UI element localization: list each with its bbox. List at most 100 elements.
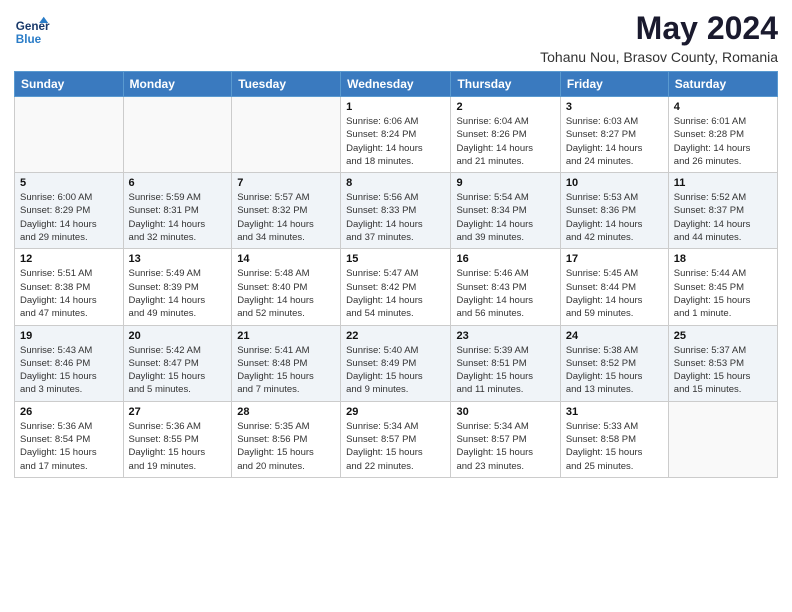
- day-info: Sunrise: 5:36 AM Sunset: 8:55 PM Dayligh…: [129, 420, 227, 473]
- table-row: 28Sunrise: 5:35 AM Sunset: 8:56 PM Dayli…: [232, 401, 341, 477]
- table-row: 16 Sunrise: 5:46 AM Sunset: 8:43 PM Dayli…: [451, 249, 560, 325]
- day-info: Sunrise: 5:33 AM Sunset: 8:58 PM Dayligh…: [566, 420, 663, 473]
- table-row: 4 Sunrise: 6:01 AM Sunset: 8:28 PM Daylig…: [668, 97, 777, 173]
- day-number: 11: [674, 177, 772, 189]
- subtitle: Tohanu Nou, Brasov County, Romania: [540, 49, 778, 65]
- day-number: 9: [456, 177, 554, 189]
- day-number: 23: [456, 330, 554, 342]
- table-row: [123, 97, 232, 173]
- day-info: Sunrise: 5:40 AM Sunset: 8:49 PM Dayligh…: [346, 344, 445, 397]
- calendar-week-row: 26 Sunrise: 5:36 AM Sunset: 8:54 PM Dayli…: [15, 401, 778, 477]
- main-title: May 2024: [540, 10, 778, 47]
- table-row: 15 Sunrise: 5:47 AM Sunset: 8:42 PM Dayli…: [341, 249, 451, 325]
- table-row: 12 Sunrise: 5:51 AM Sunset: 8:38 PM Dayli…: [15, 249, 124, 325]
- day-info: Sunrise: 5:45 AM Sunset: 8:44 PM Dayligh…: [566, 267, 663, 320]
- day-number: 5: [20, 177, 118, 189]
- day-info: Sunrise: 5:51 AM Sunset: 8:38 PM Dayligh…: [20, 267, 118, 320]
- day-number: 24: [566, 330, 663, 342]
- table-row: 11 Sunrise: 5:52 AM Sunset: 8:37 PM Dayli…: [668, 173, 777, 249]
- day-number: 26: [20, 406, 118, 418]
- day-number: 20: [129, 330, 227, 342]
- day-number: 2: [456, 101, 554, 113]
- day-info: Sunrise: 5:43 AM Sunset: 8:46 PM Dayligh…: [20, 344, 118, 397]
- col-tuesday: Tuesday: [232, 72, 341, 97]
- table-row: 17 Sunrise: 5:45 AM Sunset: 8:44 PM Dayli…: [560, 249, 668, 325]
- day-number: 15: [346, 253, 445, 265]
- day-info: Sunrise: 5:34 AM Sunset: 8:57 PM Dayligh…: [456, 420, 554, 473]
- day-number: 21: [237, 330, 335, 342]
- calendar-header-row: Sunday Monday Tuesday Wednesday Thursday…: [15, 72, 778, 97]
- day-info: Sunrise: 5:36 AM Sunset: 8:54 PM Dayligh…: [20, 420, 118, 473]
- day-number: 25: [674, 330, 772, 342]
- svg-text:Blue: Blue: [16, 33, 42, 46]
- day-info: Sunrise: 5:47 AM Sunset: 8:42 PM Dayligh…: [346, 267, 445, 320]
- day-number: 1: [346, 101, 445, 113]
- col-friday: Friday: [560, 72, 668, 97]
- header: General Blue May 2024 Tohanu Nou, Brasov…: [14, 10, 778, 65]
- day-info: Sunrise: 5:48 AM Sunset: 8:40 PM Dayligh…: [237, 267, 335, 320]
- table-row: [668, 401, 777, 477]
- day-info: Sunrise: 5:42 AM Sunset: 8:47 PM Dayligh…: [129, 344, 227, 397]
- table-row: 2 Sunrise: 6:04 AM Sunset: 8:26 PM Daylig…: [451, 97, 560, 173]
- table-row: [232, 97, 341, 173]
- day-info: Sunrise: 5:57 AM Sunset: 8:32 PM Dayligh…: [237, 191, 335, 244]
- day-info: Sunrise: 5:37 AM Sunset: 8:53 PM Dayligh…: [674, 344, 772, 397]
- day-info: Sunrise: 5:54 AM Sunset: 8:34 PM Dayligh…: [456, 191, 554, 244]
- day-number: 31: [566, 406, 663, 418]
- table-row: 25 Sunrise: 5:37 AM Sunset: 8:53 PM Dayli…: [668, 325, 777, 401]
- calendar-week-row: 5 Sunrise: 6:00 AM Sunset: 8:29 PM Daylig…: [15, 173, 778, 249]
- calendar-week-row: 19 Sunrise: 5:43 AM Sunset: 8:46 PM Dayli…: [15, 325, 778, 401]
- day-number: 10: [566, 177, 663, 189]
- table-row: 30 Sunrise: 5:34 AM Sunset: 8:57 PM Dayli…: [451, 401, 560, 477]
- day-info: Sunrise: 6:00 AM Sunset: 8:29 PM Dayligh…: [20, 191, 118, 244]
- day-info: Sunrise: 5:46 AM Sunset: 8:43 PM Dayligh…: [456, 267, 554, 320]
- title-block: May 2024 Tohanu Nou, Brasov County, Roma…: [540, 10, 778, 65]
- table-row: 23 Sunrise: 5:39 AM Sunset: 8:51 PM Dayli…: [451, 325, 560, 401]
- day-info: Sunrise: 6:04 AM Sunset: 8:26 PM Dayligh…: [456, 115, 554, 168]
- day-number: 4: [674, 101, 772, 113]
- table-row: 14Sunrise: 5:48 AM Sunset: 8:40 PM Dayli…: [232, 249, 341, 325]
- day-info: Sunrise: 5:56 AM Sunset: 8:33 PM Dayligh…: [346, 191, 445, 244]
- day-number: 8: [346, 177, 445, 189]
- logo-icon: General Blue: [14, 14, 50, 50]
- table-row: 6 Sunrise: 5:59 AM Sunset: 8:31 PM Daylig…: [123, 173, 232, 249]
- col-monday: Monday: [123, 72, 232, 97]
- table-row: 20 Sunrise: 5:42 AM Sunset: 8:47 PM Dayli…: [123, 325, 232, 401]
- day-info: Sunrise: 6:06 AM Sunset: 8:24 PM Dayligh…: [346, 115, 445, 168]
- table-row: 24Sunrise: 5:38 AM Sunset: 8:52 PM Dayli…: [560, 325, 668, 401]
- col-sunday: Sunday: [15, 72, 124, 97]
- day-number: 29: [346, 406, 445, 418]
- calendar-table: Sunday Monday Tuesday Wednesday Thursday…: [14, 71, 778, 478]
- day-info: Sunrise: 5:35 AM Sunset: 8:56 PM Dayligh…: [237, 420, 335, 473]
- table-row: 18Sunrise: 5:44 AM Sunset: 8:45 PM Dayli…: [668, 249, 777, 325]
- day-number: 13: [129, 253, 227, 265]
- day-number: 17: [566, 253, 663, 265]
- table-row: 5 Sunrise: 6:00 AM Sunset: 8:29 PM Daylig…: [15, 173, 124, 249]
- day-info: Sunrise: 5:39 AM Sunset: 8:51 PM Dayligh…: [456, 344, 554, 397]
- day-info: Sunrise: 5:59 AM Sunset: 8:31 PM Dayligh…: [129, 191, 227, 244]
- table-row: 9 Sunrise: 5:54 AM Sunset: 8:34 PM Daylig…: [451, 173, 560, 249]
- day-number: 30: [456, 406, 554, 418]
- day-info: Sunrise: 6:01 AM Sunset: 8:28 PM Dayligh…: [674, 115, 772, 168]
- day-info: Sunrise: 5:34 AM Sunset: 8:57 PM Dayligh…: [346, 420, 445, 473]
- day-number: 12: [20, 253, 118, 265]
- col-thursday: Thursday: [451, 72, 560, 97]
- table-row: 1 Sunrise: 6:06 AM Sunset: 8:24 PM Daylig…: [341, 97, 451, 173]
- table-row: [15, 97, 124, 173]
- day-info: Sunrise: 5:52 AM Sunset: 8:37 PM Dayligh…: [674, 191, 772, 244]
- day-number: 19: [20, 330, 118, 342]
- day-info: Sunrise: 5:41 AM Sunset: 8:48 PM Dayligh…: [237, 344, 335, 397]
- table-row: 31 Sunrise: 5:33 AM Sunset: 8:58 PM Dayli…: [560, 401, 668, 477]
- day-number: 6: [129, 177, 227, 189]
- table-row: 26 Sunrise: 5:36 AM Sunset: 8:54 PM Dayli…: [15, 401, 124, 477]
- table-row: 13Sunrise: 5:49 AM Sunset: 8:39 PM Dayli…: [123, 249, 232, 325]
- day-number: 3: [566, 101, 663, 113]
- col-wednesday: Wednesday: [341, 72, 451, 97]
- col-saturday: Saturday: [668, 72, 777, 97]
- day-number: 18: [674, 253, 772, 265]
- table-row: 21 Sunrise: 5:41 AM Sunset: 8:48 PM Dayli…: [232, 325, 341, 401]
- page: General Blue May 2024 Tohanu Nou, Brasov…: [0, 0, 792, 612]
- day-number: 16: [456, 253, 554, 265]
- day-number: 27: [129, 406, 227, 418]
- day-info: Sunrise: 5:53 AM Sunset: 8:36 PM Dayligh…: [566, 191, 663, 244]
